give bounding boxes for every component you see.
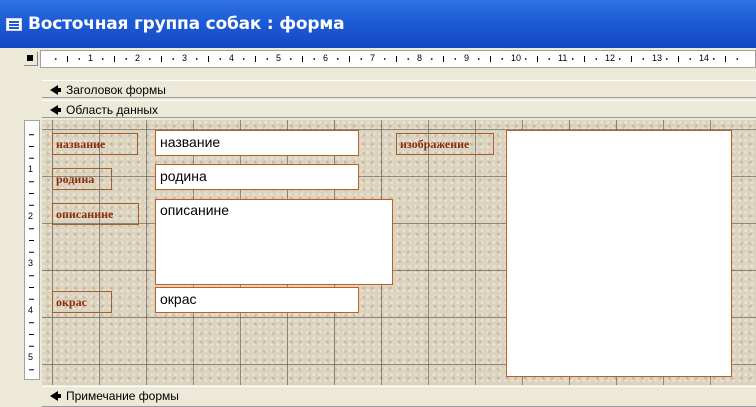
ruler-number-2: 2 (135, 53, 141, 63)
vruler-number-4: 4 (28, 305, 34, 315)
label-rodina[interactable]: родина (52, 168, 112, 190)
form-footer-bar[interactable]: Примечание формы (42, 386, 756, 407)
ruler-tick (125, 58, 128, 60)
ruler-number-1: 1 (88, 53, 94, 63)
vruler-number-2: 2 (28, 211, 34, 221)
ruler-number-11: 11 (558, 53, 568, 63)
field-rodina[interactable]: родина (155, 164, 359, 190)
label-opisanine[interactable]: описанине (52, 203, 139, 225)
ruler-tick (430, 58, 433, 60)
field-opisanine[interactable]: описанине (155, 199, 393, 285)
window-title: Восточная группа собак : форма (28, 14, 345, 34)
label-okras[interactable]: окрас (52, 291, 112, 313)
section-arrow-icon (50, 391, 61, 401)
ruler-tick (736, 58, 739, 60)
ruler-number-3: 3 (182, 53, 188, 63)
ruler-tick (360, 58, 363, 60)
ruler-number-10: 10 (511, 53, 522, 63)
ruler-tick (571, 58, 574, 60)
ruler-tick (172, 58, 175, 60)
ruler-tick (383, 58, 386, 60)
section-arrow-icon (50, 85, 61, 95)
ruler-tick (78, 58, 81, 60)
vertical-ruler-ticks (29, 134, 34, 394)
detail-section[interactable]: название название родина родина описанин… (42, 120, 756, 385)
ruler-tick (642, 58, 645, 60)
ruler-number-4: 4 (229, 53, 235, 63)
ruler-number-14: 14 (699, 53, 710, 63)
ruler-tick (101, 58, 104, 60)
form-header-label: Заголовок формы (66, 83, 166, 97)
ruler-tick (407, 58, 410, 60)
ruler-tick (219, 58, 222, 60)
ruler-tick (266, 58, 269, 60)
ruler-tick (524, 58, 527, 60)
horizontal-ruler-ticks (54, 56, 739, 62)
detail-section-label: Область данных (66, 103, 158, 117)
form-icon (6, 18, 22, 31)
ruler-tick (501, 58, 504, 60)
ruler-tick (665, 58, 668, 60)
ruler-tick (289, 58, 292, 60)
ruler-number-12: 12 (605, 53, 616, 63)
ruler-tick (54, 58, 57, 60)
form-footer-label: Примечание формы (66, 389, 179, 403)
ruler-number-8: 8 (417, 53, 423, 63)
ruler-number-9: 9 (464, 53, 470, 63)
ruler-tick (548, 58, 551, 60)
vertical-ruler[interactable]: 1 2 3 4 5 (24, 120, 40, 394)
vruler-number-1: 1 (28, 164, 34, 174)
label-nazvanie[interactable]: название (52, 133, 138, 155)
ruler-tick (313, 58, 316, 60)
detail-section-bar[interactable]: Область данных (42, 100, 756, 118)
ruler-tick (454, 58, 457, 60)
ruler-tick (336, 58, 339, 60)
ruler-tick (242, 58, 245, 60)
ruler-number-13: 13 (652, 53, 663, 63)
ruler-number-5: 5 (276, 53, 282, 63)
ruler-number-6: 6 (323, 53, 329, 63)
vruler-number-5: 5 (28, 352, 34, 362)
section-arrow-icon (50, 105, 61, 115)
ruler-tick (712, 58, 715, 60)
horizontal-ruler[interactable]: 1 2 3 4 5 6 7 8 9 10 11 12 13 14 (40, 50, 756, 68)
ruler-tick (689, 58, 692, 60)
field-okras[interactable]: окрас (155, 287, 359, 313)
form-header-bar[interactable]: Заголовок формы (42, 80, 756, 98)
image-frame[interactable] (506, 130, 732, 377)
ruler-tick (595, 58, 598, 60)
form-selector[interactable] (24, 52, 38, 66)
ruler-tick (148, 58, 151, 60)
ruler-tick (195, 58, 198, 60)
field-nazvanie[interactable]: название (155, 130, 359, 156)
ruler-tick (618, 58, 621, 60)
ruler-tick (477, 58, 480, 60)
window-title-bar[interactable]: Восточная группа собак : форма (0, 0, 756, 48)
vruler-number-3: 3 (28, 258, 34, 268)
ruler-number-7: 7 (370, 53, 376, 63)
label-izobrazhenie[interactable]: изображение (396, 133, 494, 155)
